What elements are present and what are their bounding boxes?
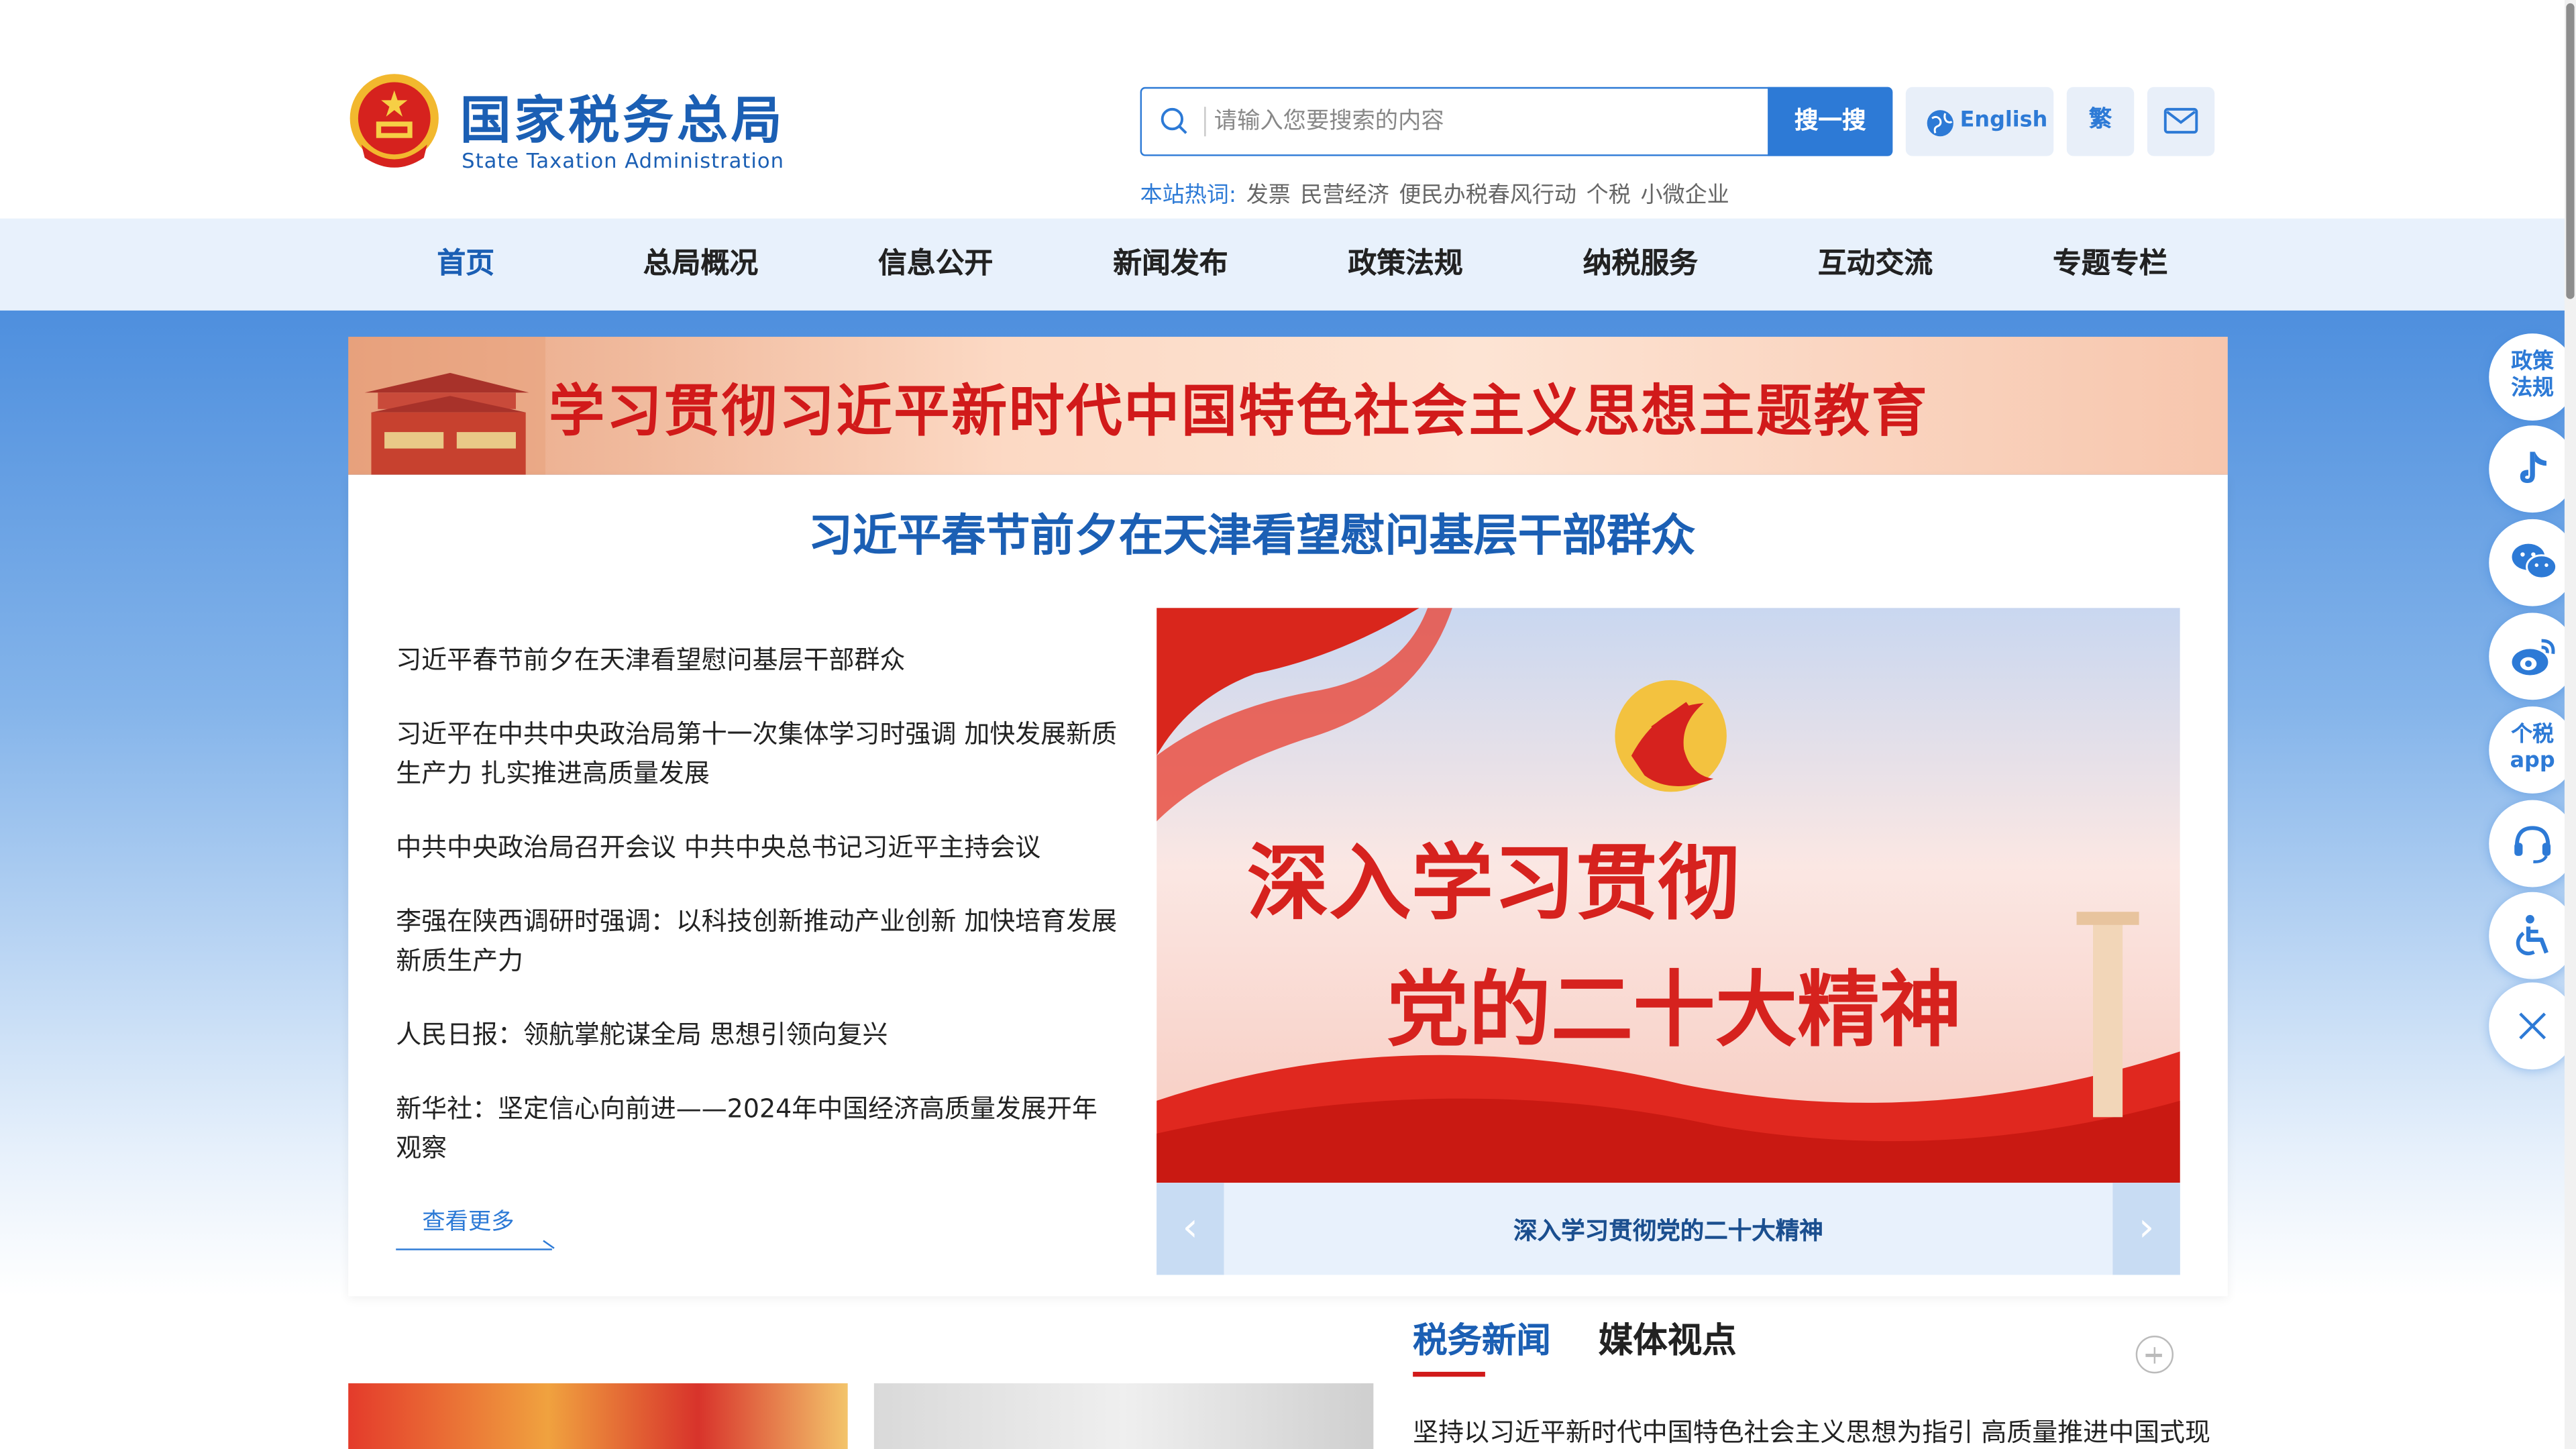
search-button[interactable]: 搜一搜 (1768, 87, 1893, 156)
float-accessibility-button[interactable] (2489, 892, 2576, 979)
float-policy-label: 政策 法规 (2511, 350, 2554, 401)
nav-item-overview[interactable]: 总局概况 (583, 219, 818, 311)
wechat-icon (2512, 543, 2558, 580)
news-item[interactable]: 中共中央政治局召开会议 中共中央总书记习近平主持会议 (396, 828, 1119, 867)
view-more-link[interactable]: 查看更多 (422, 1204, 514, 1237)
news-item[interactable]: 人民日报：领航掌舵谋全局 思想引领向复兴 (396, 1015, 1119, 1055)
logo-title-cn: 国家税务总局 (460, 92, 786, 152)
float-douyin-button[interactable] (2489, 425, 2576, 513)
tab-media-views[interactable]: 媒体视点 (1599, 1314, 1737, 1363)
douyin-icon (2520, 451, 2546, 484)
tab-tax-news[interactable]: 税务新闻 (1413, 1314, 1551, 1363)
scrollbar-thumb[interactable] (2566, 3, 2575, 299)
weibo-icon (2512, 639, 2555, 676)
news-item[interactable]: 习近平春节前夕在天津看望慰问基层干部群众 (396, 641, 1119, 680)
float-app-label: 个税 app (2510, 722, 2555, 774)
search-icon (1161, 107, 1187, 134)
float-policy-button[interactable]: 政策 法规 (2489, 333, 2576, 421)
slide-image: 深入学习贯彻 党的二十大精神 (1157, 608, 2180, 1183)
traditional-chinese-button[interactable]: 繁 (2066, 87, 2135, 156)
nav-item-interaction[interactable]: 互动交流 (1758, 219, 1992, 311)
page: 国家税务总局 State Taxation Administration 搜一搜… (0, 0, 2576, 1449)
carousel-next-button[interactable]: › (2112, 1183, 2180, 1275)
slide-title-line1: 深入学习贯彻 (1247, 835, 1740, 931)
news-item[interactable]: 李强在陕西调研时强调：以科技创新推动产业创新 加快培育发展新质生产力 (396, 902, 1119, 981)
mail-button[interactable] (2147, 87, 2215, 156)
site-logo[interactable]: 国家税务总局 State Taxation Administration (348, 72, 808, 178)
news-item[interactable]: 新华社：坚定信心向前进——2024年中国经济高质量发展开年观察 (396, 1089, 1119, 1169)
headline-title[interactable]: 习近平春节前夕在天津看望慰问基层干部群众 (808, 499, 1695, 564)
globe-icon (1927, 110, 1953, 137)
nav-item-home[interactable]: 首页 (348, 219, 583, 311)
float-customer-service-button[interactable] (2489, 800, 2576, 888)
hot-words: 本站热词: 发票 民营经济 便民办税春风行动 个税 小微企业 (1140, 176, 1739, 209)
hot-word[interactable]: 便民办税春风行动 (1399, 182, 1576, 209)
hot-word[interactable]: 个税 (1587, 182, 1631, 209)
carousel-prev-button[interactable]: ‹ (1157, 1183, 1224, 1275)
float-iit-app-button[interactable]: 个税 app (2489, 706, 2576, 794)
nav-item-tax-service[interactable]: 纳税服务 (1523, 219, 1758, 311)
mail-icon (2163, 107, 2198, 134)
hot-word[interactable]: 小微企业 (1640, 182, 1729, 209)
nav-item-policy[interactable]: 政策法规 (1288, 219, 1523, 311)
search-divider (1204, 107, 1206, 137)
more-plus-icon[interactable] (2135, 1336, 2174, 1374)
close-icon (2519, 1012, 2546, 1040)
news-item[interactable]: 习近平在中共中央政治局第十一次集体学习时强调 加快发展新质生产力 扎实推进高质量… (396, 714, 1119, 794)
headline-news-list: 习近平春节前夕在天津看望慰问基层干部群众 习近平在中共中央政治局第十一次集体学习… (396, 641, 1119, 1168)
national-emblem-icon (350, 74, 439, 168)
hot-word[interactable]: 发票 (1246, 182, 1291, 209)
nav-item-info-disclosure[interactable]: 信息公开 (818, 219, 1053, 311)
tax-news-item[interactable]: 坚持以习近平新时代中国特色社会主义思想为指引 高质量推进中国式现 (1413, 1413, 2210, 1449)
accessibility-icon (2516, 914, 2548, 956)
carousel-slide[interactable]: 深入学习贯彻 党的二十大精神 (1157, 608, 2180, 1183)
float-close-button[interactable] (2489, 982, 2576, 1070)
active-tab-indicator (1413, 1371, 1485, 1377)
float-weibo-button[interactable] (2489, 612, 2576, 700)
theme-education-banner[interactable]: 学习贯彻习近平新时代中国特色社会主义思想主题教育 (348, 337, 2228, 475)
main-nav: 首页 总局概况 信息公开 新闻发布 政策法规 纳税服务 互动交流 专题专栏 (0, 218, 2576, 311)
search-input[interactable] (1214, 98, 1756, 145)
news-photo[interactable] (348, 1383, 848, 1449)
carousel-caption[interactable]: 深入学习贯彻党的二十大精神 (1157, 1212, 2180, 1246)
english-label: English (1960, 108, 2048, 133)
banner-title: 学习贯彻习近平新时代中国特色社会主义思想主题教育 (548, 379, 1929, 445)
hot-word[interactable]: 民营经济 (1301, 182, 1389, 209)
nav-item-news-release[interactable]: 新闻发布 (1053, 219, 1288, 311)
tiananmen-icon (348, 337, 546, 475)
hot-words-label: 本站热词: (1140, 182, 1237, 209)
news-photo[interactable] (873, 1383, 1374, 1449)
view-more-underline (396, 1248, 552, 1250)
logo-title-en: State Taxation Administration (462, 148, 785, 173)
slide-title-line2: 党的二十大精神 (1387, 961, 1962, 1058)
nav-item-special-topics[interactable]: 专题专栏 (1993, 219, 2228, 311)
headset-icon (2514, 826, 2551, 863)
english-button[interactable]: English (1905, 87, 2054, 156)
float-wechat-button[interactable] (2489, 519, 2576, 606)
